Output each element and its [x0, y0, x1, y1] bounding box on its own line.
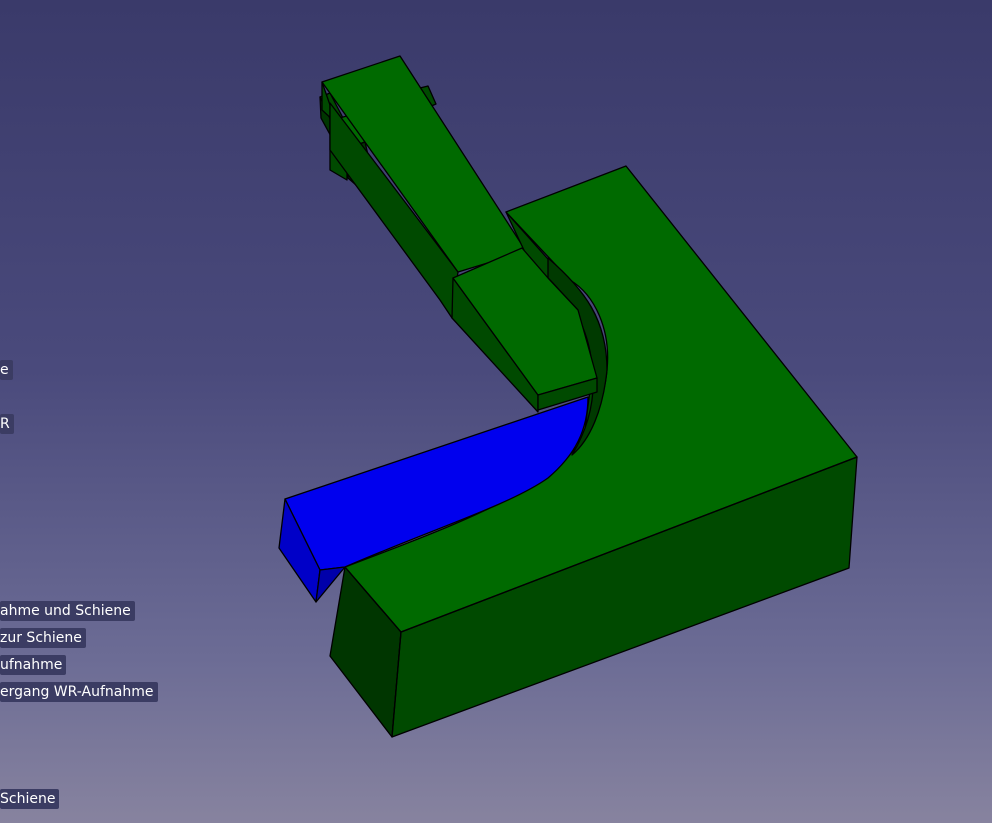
tree-label-3[interactable]: ahme und Schiene	[0, 601, 135, 621]
3d-viewport[interactable]: e R ahme und Schiene zur Schiene ufnahme…	[0, 0, 992, 823]
tree-label-4[interactable]: zur Schiene	[0, 628, 86, 648]
tree-label-1[interactable]: e	[0, 360, 13, 380]
tree-label-6[interactable]: ergang WR-Aufnahme	[0, 682, 158, 702]
tree-label-7[interactable]: Schiene	[0, 789, 60, 809]
tree-label-2[interactable]: R	[0, 414, 14, 434]
tree-label-5[interactable]: ufnahme	[0, 655, 67, 675]
